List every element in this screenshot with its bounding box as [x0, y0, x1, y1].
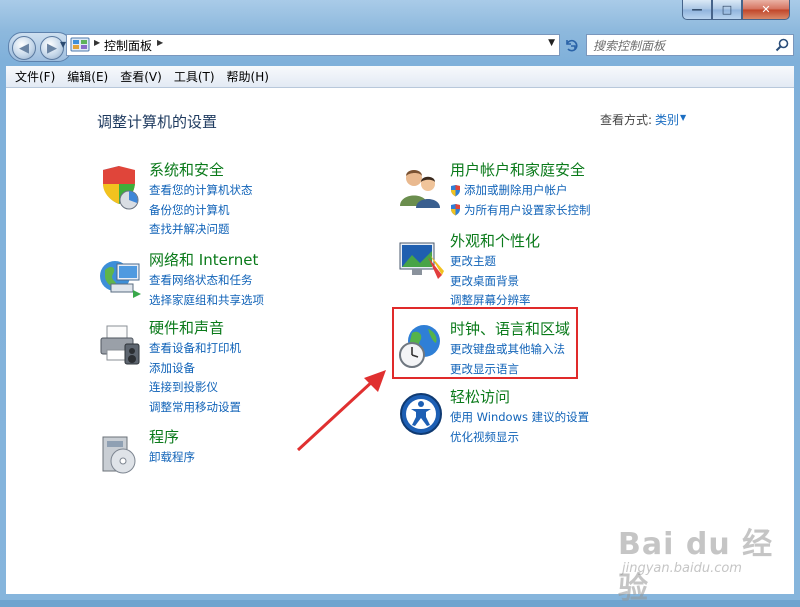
uac-shield-icon [451, 184, 460, 197]
address-dropdown-icon[interactable]: ▼ [548, 38, 555, 48]
control-panel-icon [70, 37, 90, 52]
category-links: 查看设备和打印机 添加设备 连接到投影仪 调整常用移动设置 [149, 339, 241, 417]
programs-icon[interactable] [97, 431, 143, 477]
link-change-theme[interactable]: 更改主题 [450, 252, 531, 272]
link-label: 添加或删除用户帐户 [464, 183, 568, 197]
link-parental-controls[interactable]: 为所有用户设置家长控制 [450, 201, 591, 221]
category-links: 查看网络状态和任务 选择家庭组和共享选项 [149, 271, 264, 310]
view-by-label: 查看方式: [600, 113, 653, 127]
close-button[interactable]: ✕ [742, 0, 790, 20]
link-mobility-settings[interactable]: 调整常用移动设置 [149, 398, 241, 418]
maximize-icon: □ [721, 3, 733, 16]
appearance-icon[interactable] [398, 235, 444, 281]
link-backup-computer[interactable]: 备份您的计算机 [149, 201, 253, 221]
chevron-down-icon[interactable]: ▼ [680, 113, 686, 122]
menu-file[interactable]: 文件(F) [9, 68, 61, 85]
address-bar[interactable]: ▶ 控制面板 ▶ ▼ [66, 34, 560, 56]
link-troubleshoot[interactable]: 查找并解决问题 [149, 220, 253, 240]
category-links: 更改主题 更改桌面背景 调整屏幕分辨率 [450, 252, 531, 311]
baidu-watermark: Bai du 经验 jingyan.baidu.com [618, 515, 788, 606]
annotation-highlight-box [392, 307, 578, 379]
link-view-computer-status[interactable]: 查看您的计算机状态 [149, 181, 253, 201]
breadcrumb-separator-icon[interactable]: ▶ [94, 38, 100, 47]
minimize-button[interactable]: — [682, 0, 712, 20]
watermark-url: jingyan.baidu.com [622, 561, 742, 576]
link-devices-printers[interactable]: 查看设备和打印机 [149, 339, 241, 359]
minimize-icon: — [691, 3, 703, 16]
category-links: 使用 Windows 建议的设置 优化视频显示 [450, 408, 589, 447]
network-icon[interactable] [97, 254, 143, 300]
annotation-arrow-icon [296, 370, 386, 452]
search-placeholder: 搜索控制面板 [593, 39, 666, 53]
link-optimize-video-display[interactable]: 优化视频显示 [450, 428, 589, 448]
menu-edit[interactable]: 编辑(E) [61, 68, 114, 85]
link-connect-projector[interactable]: 连接到投影仪 [149, 378, 241, 398]
category-links: 添加或删除用户帐户 为所有用户设置家长控制 [450, 181, 591, 220]
category-title[interactable]: 外观和个性化 [450, 230, 540, 251]
category-title[interactable]: 程序 [149, 426, 179, 447]
search-input[interactable]: 搜索控制面板 [586, 34, 794, 56]
link-homegroup-sharing[interactable]: 选择家庭组和共享选项 [149, 291, 264, 311]
maximize-button[interactable]: □ [712, 0, 742, 20]
printer-icon[interactable] [97, 322, 143, 368]
link-windows-recommended-settings[interactable]: 使用 Windows 建议的设置 [450, 408, 589, 428]
forward-arrow-icon: ▶ [47, 40, 57, 56]
link-add-device[interactable]: 添加设备 [149, 359, 241, 379]
category-title[interactable]: 网络和 Internet [149, 249, 258, 270]
category-title[interactable]: 用户帐户和家庭安全 [450, 159, 585, 180]
link-desktop-background[interactable]: 更改桌面背景 [450, 272, 531, 292]
navigation-bar: ◀ ▶ ▼ ▶ 控制面板 ▶ ▼ 搜索控制面板 [6, 31, 794, 62]
menu-bar: 文件(F) 编辑(E) 查看(V) 工具(T) 帮助(H) [6, 66, 794, 88]
uac-shield-icon [451, 204, 460, 216]
category-title[interactable]: 轻松访问 [450, 386, 510, 407]
category-links: 卸载程序 [149, 448, 195, 468]
breadcrumb-control-panel[interactable]: 控制面板 [104, 37, 152, 54]
category-links: 查看您的计算机状态 备份您的计算机 查找并解决问题 [149, 181, 253, 240]
link-add-remove-accounts[interactable]: 添加或删除用户帐户 [450, 181, 591, 201]
category-title[interactable]: 硬件和声音 [149, 317, 224, 338]
refresh-button[interactable] [562, 34, 580, 56]
caption-buttons: — □ ✕ [682, 0, 790, 20]
menu-view[interactable]: 查看(V) [114, 68, 168, 85]
link-uninstall-program[interactable]: 卸载程序 [149, 448, 195, 468]
link-view-network-status[interactable]: 查看网络状态和任务 [149, 271, 264, 291]
link-label: 为所有用户设置家长控制 [464, 202, 591, 217]
ease-of-access-icon[interactable] [398, 391, 444, 437]
content-pane: 调整计算机的设置 查看方式: 类别 ▼ 系统和安全 查看您的计算机状态 备份您的… [6, 88, 794, 606]
breadcrumb-separator-icon[interactable]: ▶ [157, 38, 163, 47]
category-title[interactable]: 系统和安全 [149, 159, 224, 180]
menu-help[interactable]: 帮助(H) [221, 68, 275, 85]
back-arrow-icon: ◀ [19, 40, 29, 56]
close-icon: ✕ [761, 3, 771, 16]
view-by-dropdown[interactable]: 类别 [655, 111, 679, 128]
search-icon[interactable] [775, 38, 789, 52]
menu-tools[interactable]: 工具(T) [168, 68, 221, 85]
users-icon[interactable] [398, 164, 444, 210]
refresh-icon [566, 39, 578, 52]
page-title: 调整计算机的设置 [97, 113, 218, 131]
shield-icon[interactable] [97, 164, 143, 210]
back-button[interactable]: ◀ [12, 36, 36, 60]
control-panel-window: — □ ✕ ◀ ▶ ▼ ▶ 控制面板 ▶ ▼ 搜索控制面板 文件(F) 编辑(E… [0, 0, 800, 606]
